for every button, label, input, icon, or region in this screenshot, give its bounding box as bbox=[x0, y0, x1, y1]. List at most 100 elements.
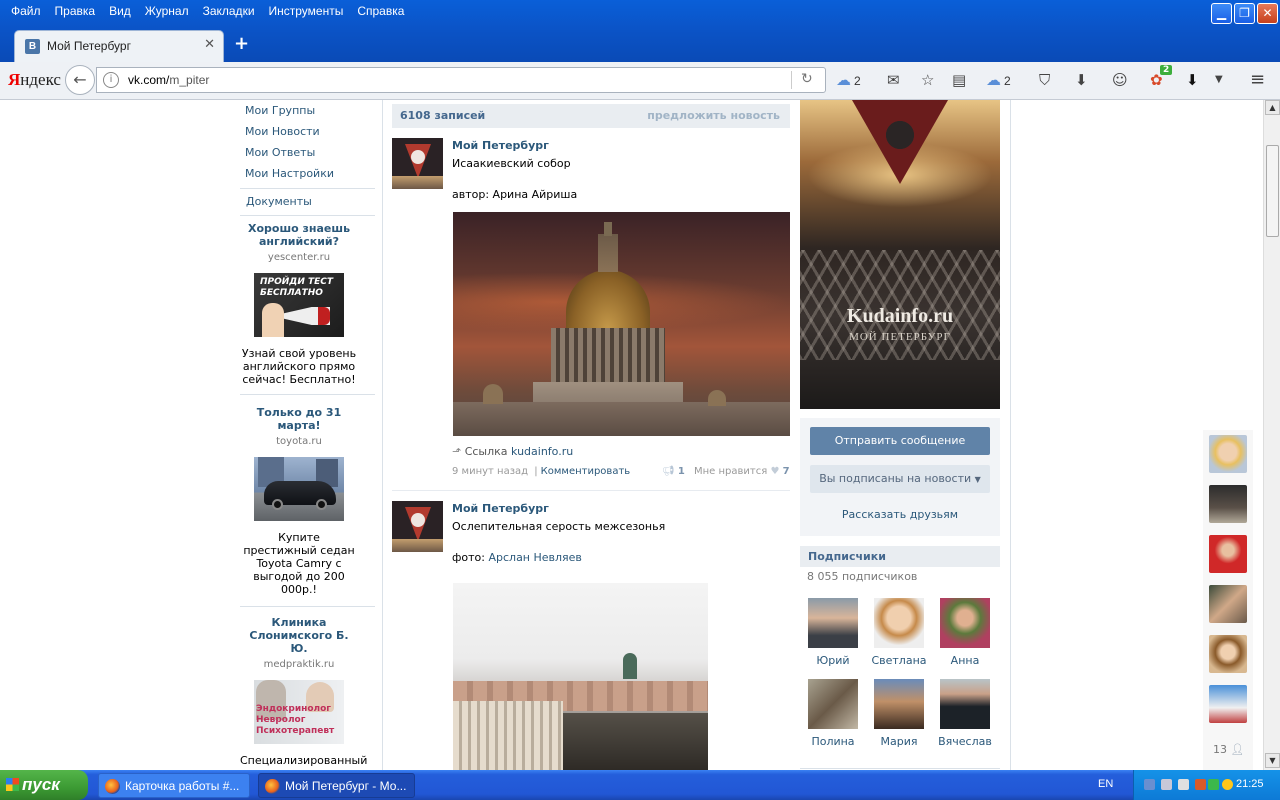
new-tab-button[interactable]: + bbox=[234, 34, 249, 54]
page-scrollbar[interactable]: ▲ ▼ bbox=[1263, 100, 1280, 770]
ad-image[interactable] bbox=[254, 457, 344, 521]
taskbar-item-active[interactable]: Мой Петербург - Мо... bbox=[258, 773, 415, 798]
menu-view[interactable]: Вид bbox=[102, 3, 138, 19]
yandex-logo[interactable]: Яндекс bbox=[8, 70, 61, 90]
smiley-icon[interactable]: ☺ bbox=[1112, 70, 1128, 90]
url-bar[interactable]: i vk.com/m_piter ↻ bbox=[96, 67, 826, 93]
subscriber[interactable]: Светлана bbox=[870, 598, 928, 667]
subscriber-name[interactable]: Мария bbox=[870, 735, 928, 748]
like-button[interactable]: Мне нравится ♥ 7 bbox=[694, 466, 790, 477]
start-button[interactable]: пуск bbox=[0, 770, 88, 800]
subscriber-name[interactable]: Полина bbox=[804, 735, 862, 748]
wheel-shape bbox=[272, 499, 283, 510]
ad-english[interactable]: Хорошо знаешь английский? yescenter.ru П… bbox=[240, 222, 358, 386]
post-link[interactable]: ⬏ Ссылка kudainfo.ru bbox=[452, 445, 573, 458]
friend-avatar[interactable] bbox=[1209, 585, 1247, 623]
downloads-icon[interactable]: ⬇ bbox=[1186, 70, 1199, 90]
menu-tools[interactable]: Инструменты bbox=[262, 3, 351, 19]
close-tab-icon[interactable]: ✕ bbox=[204, 37, 215, 52]
post-image[interactable] bbox=[453, 583, 708, 770]
friend-avatar[interactable] bbox=[1209, 435, 1247, 473]
ad-image[interactable]: ПРОЙДИ ТЕСТ БЕСПЛАТНО bbox=[254, 273, 344, 337]
subscriber-name[interactable]: Светлана bbox=[870, 654, 928, 667]
nav-documents[interactable]: Документы bbox=[240, 191, 370, 212]
post-author[interactable]: Мой Петербург bbox=[452, 139, 549, 152]
tab-active[interactable]: В Мой Петербург ✕ bbox=[14, 30, 224, 62]
menu-file[interactable]: Файл bbox=[4, 3, 48, 19]
subscriber[interactable]: Вячеслав bbox=[936, 679, 994, 748]
reading-list-icon[interactable]: ▤ bbox=[952, 70, 966, 90]
chevron-down-icon[interactable]: ▼ bbox=[1215, 70, 1223, 90]
bookmark-star-icon[interactable]: ☆ bbox=[921, 70, 934, 90]
child-figure bbox=[262, 303, 284, 337]
ad-title[interactable]: Клиника Слонимского Б. Ю. bbox=[240, 616, 358, 655]
friend-avatar[interactable] bbox=[1209, 635, 1247, 673]
ad-title[interactable]: Только до 31 марта! bbox=[240, 406, 358, 432]
ad-clinic[interactable]: Клиника Слонимского Б. Ю. medpraktik.ru … bbox=[240, 616, 367, 770]
suggest-news-link[interactable]: предложить новость bbox=[647, 109, 780, 122]
post-avatar[interactable] bbox=[392, 138, 443, 189]
language-indicator[interactable]: EN bbox=[1098, 778, 1113, 790]
comment-link[interactable]: Комментировать bbox=[541, 466, 631, 477]
subscriber-name[interactable]: Юрий bbox=[804, 654, 862, 667]
subscribers-header[interactable]: Подписчики bbox=[800, 546, 1000, 567]
url-text[interactable]: vk.com/m_piter bbox=[128, 73, 209, 87]
subscriber[interactable]: Полина bbox=[804, 679, 862, 748]
nav-my-groups[interactable]: Мои Группы bbox=[240, 100, 370, 121]
nav-my-settings[interactable]: Мои Настройки bbox=[240, 163, 370, 184]
ad-toyota[interactable]: Только до 31 марта! toyota.ru Купите пре… bbox=[240, 406, 358, 596]
friends-count[interactable]: 13 👤︎ bbox=[1213, 743, 1244, 756]
minimize-button[interactable]: ▁ bbox=[1211, 3, 1232, 24]
nav-my-news[interactable]: Мои Новости bbox=[240, 121, 370, 142]
post-avatar[interactable] bbox=[392, 501, 443, 552]
post-author[interactable]: Мой Петербург bbox=[452, 502, 549, 515]
scroll-up-icon[interactable]: ▲ bbox=[1265, 100, 1280, 115]
hamburger-menu-icon[interactable]: ≡ bbox=[1250, 70, 1265, 90]
post-image[interactable] bbox=[453, 212, 790, 436]
clock[interactable]: 21:25 bbox=[1236, 778, 1264, 790]
subscriber[interactable]: Юрий bbox=[804, 598, 862, 667]
shield-icon[interactable] bbox=[1208, 779, 1219, 790]
taskbar-item[interactable]: Карточка работы #... bbox=[98, 773, 250, 798]
group-cover[interactable]: Kudainfo.ru МОЙ ПЕТЕРБУРГ bbox=[800, 100, 1000, 409]
cloud-sync-button[interactable]: ☁ 2 bbox=[836, 70, 861, 91]
ad-image[interactable]: Эндокринолог Невролог Психотерапевт bbox=[254, 680, 344, 744]
monitor-icon[interactable] bbox=[1161, 779, 1172, 790]
subscriber-name[interactable]: Вячеслав bbox=[936, 735, 994, 748]
share-button[interactable]: 📢︎ 1 bbox=[662, 466, 685, 477]
nav-my-answers[interactable]: Мои Ответы bbox=[240, 142, 370, 163]
post-text: Ослепительная серость межсезонья bbox=[452, 520, 666, 533]
subscriber[interactable]: Анна bbox=[936, 598, 994, 667]
send-message-button[interactable]: Отправить сообщение bbox=[810, 427, 990, 455]
friend-avatar[interactable] bbox=[1209, 485, 1247, 523]
scroll-down-icon[interactable]: ▼ bbox=[1265, 753, 1280, 768]
menu-edit[interactable]: Правка bbox=[48, 3, 103, 19]
friend-avatar[interactable] bbox=[1209, 685, 1247, 723]
volume-icon[interactable] bbox=[1178, 779, 1189, 790]
cloud-disk-button[interactable]: ☁ 2 bbox=[986, 70, 1011, 91]
info-icon[interactable]: i bbox=[103, 72, 119, 88]
subscriber-name[interactable]: Анна bbox=[936, 654, 994, 667]
update-icon[interactable] bbox=[1222, 779, 1233, 790]
antivirus-icon[interactable] bbox=[1195, 779, 1206, 790]
back-button[interactable]: ← bbox=[65, 65, 95, 95]
close-window-button[interactable]: ✕ bbox=[1257, 3, 1278, 24]
maximize-button[interactable]: ❐ bbox=[1234, 3, 1255, 24]
reload-icon[interactable]: ↻ bbox=[801, 71, 813, 87]
menu-history[interactable]: Журнал bbox=[138, 3, 196, 19]
ad-title[interactable]: Хорошо знаешь английский? bbox=[240, 222, 358, 248]
wall-post-count[interactable]: 6108 записей bbox=[400, 109, 485, 122]
menu-help[interactable]: Справка bbox=[350, 3, 411, 19]
subscriber[interactable]: Мария bbox=[870, 679, 928, 748]
network-icon[interactable] bbox=[1144, 779, 1155, 790]
download-icon[interactable]: ⬇ bbox=[1075, 70, 1088, 90]
scroll-thumb[interactable] bbox=[1266, 145, 1279, 237]
mail-icon[interactable]: ✉ bbox=[887, 70, 900, 90]
subscription-dropdown[interactable]: Вы подписаны на новости ▼ bbox=[810, 465, 990, 493]
post-time[interactable]: 9 минут назад bbox=[452, 466, 528, 477]
friend-avatar[interactable] bbox=[1209, 535, 1247, 573]
photographer-link[interactable]: Арслан Невляев bbox=[488, 551, 581, 564]
tell-friends-link[interactable]: Рассказать друзьям bbox=[800, 508, 1000, 521]
pocket-icon[interactable]: ⛉ bbox=[1039, 70, 1050, 90]
menu-bookmarks[interactable]: Закладки bbox=[196, 3, 262, 19]
